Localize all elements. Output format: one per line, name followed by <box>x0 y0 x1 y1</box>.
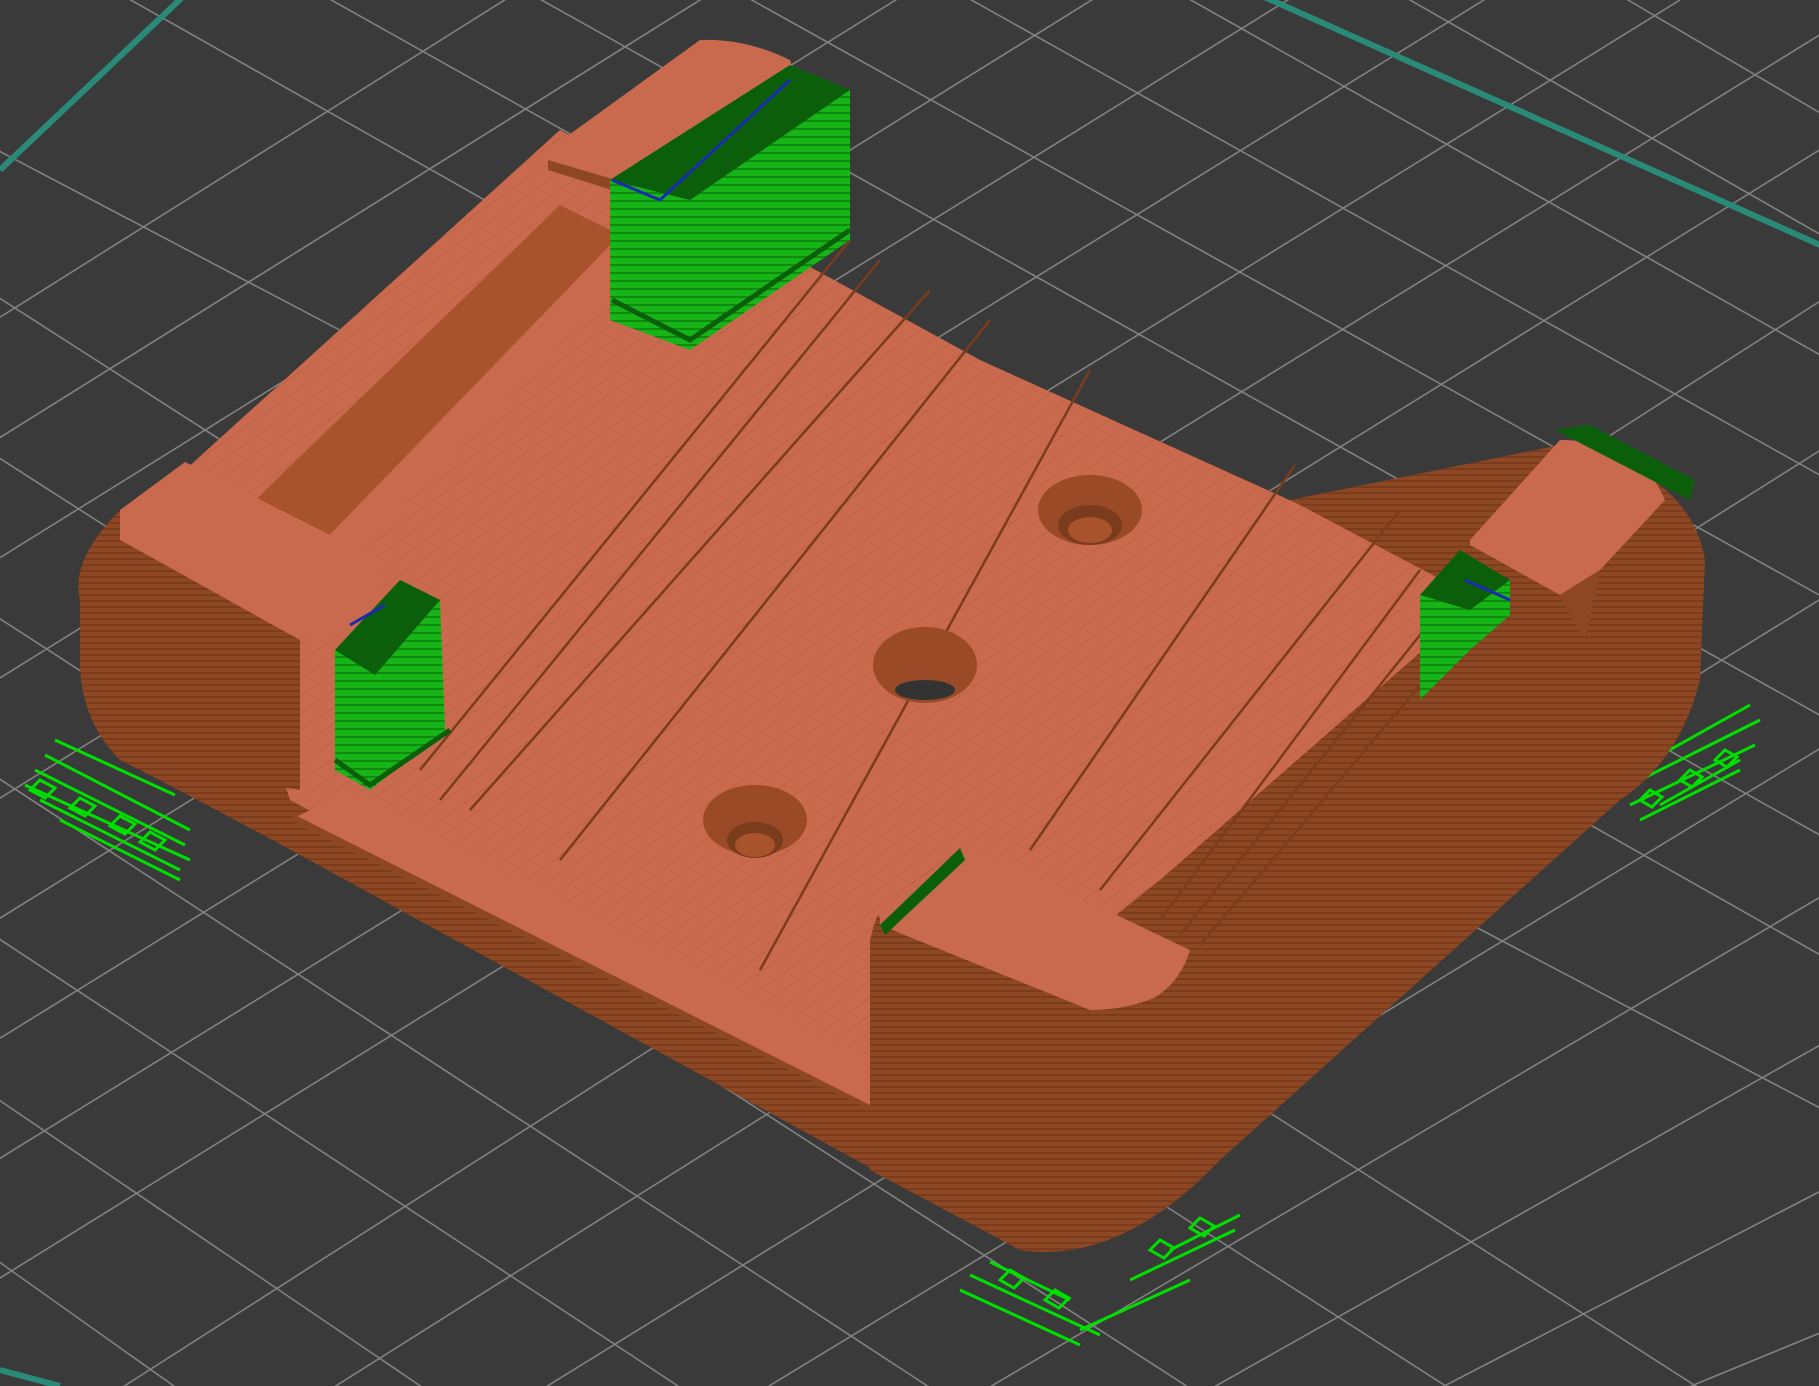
3d-viewport[interactable] <box>0 0 1819 1386</box>
